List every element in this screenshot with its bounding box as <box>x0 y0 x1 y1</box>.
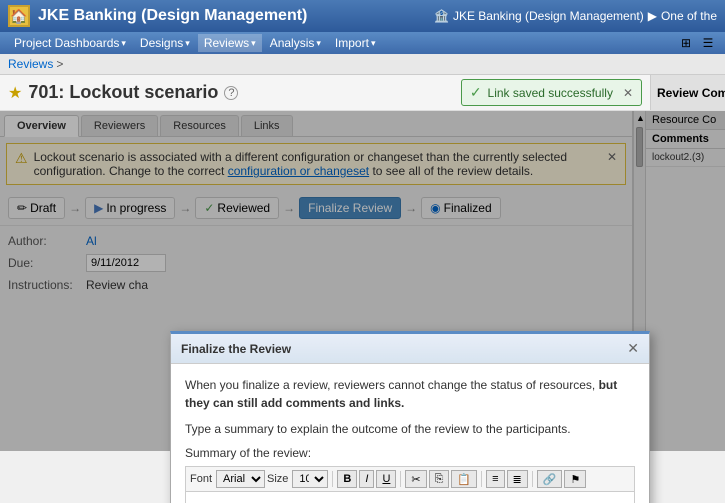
link-button[interactable]: 🔗 <box>537 470 563 488</box>
menu-designs-arrow: ▾ <box>185 38 190 49</box>
ordered-list-button[interactable]: ≣ <box>507 470 528 488</box>
menu-designs-label: Designs <box>140 36 183 50</box>
top-right-icons: ⊞ ☰ <box>677 34 717 52</box>
page-title-area: ★ 701: Lockout scenario ? <box>8 82 238 103</box>
menu-designs[interactable]: Designs ▾ <box>134 34 196 52</box>
font-select[interactable]: Arial <box>216 470 265 488</box>
notification: ✓ Link saved successfully ✕ <box>461 79 642 106</box>
menu-reviews-label: Reviews <box>204 36 249 50</box>
notification-message: Link saved successfully <box>488 86 613 100</box>
breadcrumb: Reviews > <box>0 54 725 75</box>
modal-text-1-pre: When you finalize a review, reviewers ca… <box>185 378 599 392</box>
toolbar-divider-3 <box>481 471 482 487</box>
font-label: Font <box>190 473 212 485</box>
title-bar-left: 🏠 JKE Banking (Design Management) <box>8 5 307 27</box>
menu-bar: Project Dashboards ▾ Designs ▾ Reviews ▾… <box>0 32 725 54</box>
notification-check-icon: ✓ <box>470 84 482 101</box>
finalize-modal: Finalize the Review ✕ When you finalize … <box>170 331 650 503</box>
review-star-icon: ★ <box>8 83 22 103</box>
menu-project-dashboards-arrow: ▾ <box>121 38 126 49</box>
summary-text-area[interactable]: Changes to include lockout in design loo… <box>185 492 635 503</box>
menu-analysis[interactable]: Analysis ▾ <box>264 34 327 52</box>
modal-text-1: When you finalize a review, reviewers ca… <box>185 376 635 412</box>
app-icon: 🏠 <box>8 5 30 27</box>
menu-analysis-arrow: ▾ <box>316 38 321 49</box>
size-select[interactable]: 10 <box>292 470 328 488</box>
italic-button[interactable]: I <box>359 470 374 488</box>
breadcrumb-reviews[interactable]: Reviews <box>8 57 53 71</box>
app-title: JKE Banking (Design Management) <box>38 7 307 25</box>
breadcrumb-separator: > <box>56 57 63 71</box>
bold-button[interactable]: B <box>337 470 357 488</box>
modal-overlay: Finalize the Review ✕ When you finalize … <box>0 111 725 451</box>
menu-project-dashboards-label: Project Dashboards <box>14 36 119 50</box>
menu-reviews-arrow: ▾ <box>251 38 256 49</box>
size-label: Size <box>267 473 288 485</box>
menu-import[interactable]: Import ▾ <box>329 34 382 52</box>
menu-items: Project Dashboards ▾ Designs ▾ Reviews ▾… <box>8 34 381 52</box>
main-area: Overview Reviewers Resources Links ⚠ Loc… <box>0 111 725 451</box>
toolbar-divider-4 <box>532 471 533 487</box>
title-bar: 🏠 JKE Banking (Design Management) 🏦 JKE … <box>0 0 725 32</box>
right-panel-header-label: Review Com <box>657 86 725 100</box>
title-bar-right-app: JKE Banking (Design Management) <box>453 9 644 23</box>
image-button[interactable]: ⚑ <box>564 470 586 488</box>
modal-summary-label: Summary of the review: <box>185 446 635 460</box>
title-bar-icon: 🏦 <box>434 9 449 23</box>
modal-text-2: Type a summary to explain the outcome of… <box>185 420 635 438</box>
toolbar-divider-1 <box>332 471 333 487</box>
page-header: ★ 701: Lockout scenario ? <box>0 75 453 110</box>
page-title: 701: Lockout scenario <box>28 82 218 103</box>
cut-button[interactable]: ✂ <box>405 470 426 488</box>
menu-project-dashboards[interactable]: Project Dashboards ▾ <box>8 34 132 52</box>
modal-body: When you finalize a review, reviewers ca… <box>171 364 649 503</box>
modal-header: Finalize the Review ✕ <box>171 334 649 364</box>
paste-button[interactable]: 📋 <box>451 470 477 488</box>
underline-button[interactable]: U <box>376 470 396 488</box>
title-bar-right: 🏦 JKE Banking (Design Management) ▶ One … <box>434 9 717 23</box>
review-com-header: Review Com <box>650 75 725 110</box>
modal-title: Finalize the Review <box>181 342 291 356</box>
title-bar-label: One of the <box>661 9 717 23</box>
modal-toolbar: Font Arial Size 10 B I U ✂ <box>185 466 635 492</box>
menu-import-label: Import <box>335 36 369 50</box>
menu-import-arrow: ▾ <box>371 38 376 49</box>
grid-icon[interactable]: ⊞ <box>677 34 695 52</box>
help-icon[interactable]: ? <box>224 86 238 100</box>
menu-analysis-label: Analysis <box>270 36 315 50</box>
notification-close-button[interactable]: ✕ <box>623 86 633 100</box>
menu-icon[interactable]: ☰ <box>699 34 717 52</box>
modal-close-button[interactable]: ✕ <box>627 340 639 357</box>
toolbar-divider-2 <box>400 471 401 487</box>
unordered-list-button[interactable]: ≡ <box>486 470 504 488</box>
menu-reviews[interactable]: Reviews ▾ <box>198 34 262 52</box>
title-bar-arrow: ▶ <box>648 9 657 23</box>
copy-button[interactable]: ⎘ <box>429 470 450 488</box>
